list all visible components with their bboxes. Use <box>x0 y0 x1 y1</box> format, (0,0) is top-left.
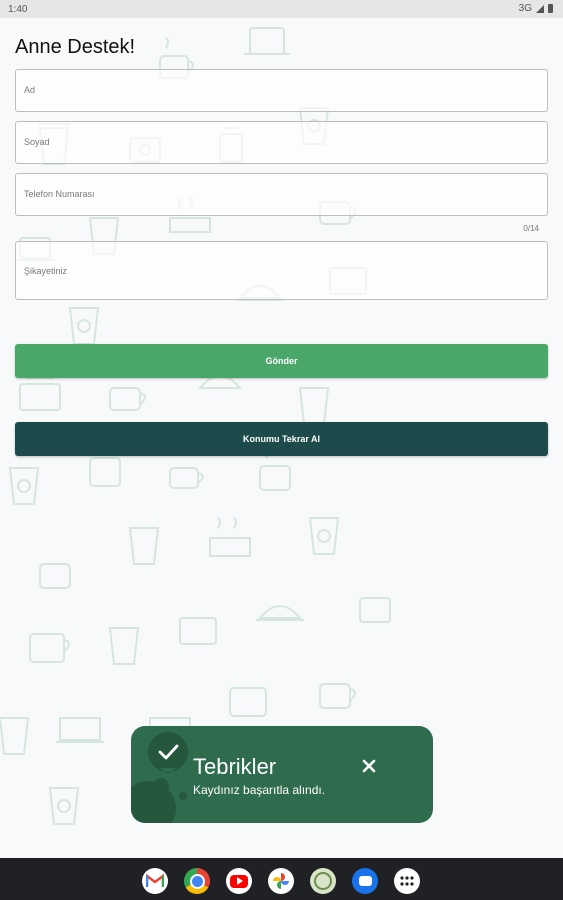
first-name-field[interactable]: Ad <box>15 69 548 112</box>
app-drawer-icon[interactable] <box>394 868 420 894</box>
photos-icon[interactable] <box>268 868 294 894</box>
last-name-label: Soyad <box>24 137 50 147</box>
phone-field[interactable]: Telefon Numarası <box>15 173 548 216</box>
signal-icon <box>536 4 544 13</box>
close-icon[interactable] <box>358 755 380 777</box>
status-time: 1:40 <box>8 4 28 15</box>
first-name-label: Ad <box>24 85 36 95</box>
checkmark-icon <box>147 732 188 774</box>
complaint-label: Şikayetiniz <box>24 266 68 276</box>
toast-message: Kaydınız başarıtla alındı. <box>193 783 326 797</box>
phone-label: Telefon Numarası <box>24 189 95 199</box>
complaint-field[interactable]: Şikayetiniz <box>15 241 548 300</box>
relocate-button[interactable]: Konumu Tekrar Al <box>15 422 548 456</box>
last-name-field[interactable]: Soyad <box>15 121 548 164</box>
toast-decoration-dot <box>153 778 169 794</box>
battery-icon <box>548 4 553 13</box>
network-type: 3G <box>518 3 532 14</box>
navigation-bar <box>0 858 563 900</box>
messages-icon[interactable] <box>352 868 378 894</box>
toast-title: Tebrikler <box>193 754 277 779</box>
app-icon[interactable] <box>310 868 336 894</box>
submit-button[interactable]: Gönder <box>15 344 548 378</box>
youtube-icon[interactable] <box>226 868 252 894</box>
toast-decoration-dot-small <box>179 792 187 800</box>
gmail-icon[interactable] <box>142 868 168 894</box>
page-title: Anne Destek! <box>15 36 136 58</box>
chrome-icon[interactable] <box>184 868 210 894</box>
status-bar: 1:40 3G <box>0 0 563 18</box>
phone-character-counter: 0/14 <box>523 224 539 233</box>
